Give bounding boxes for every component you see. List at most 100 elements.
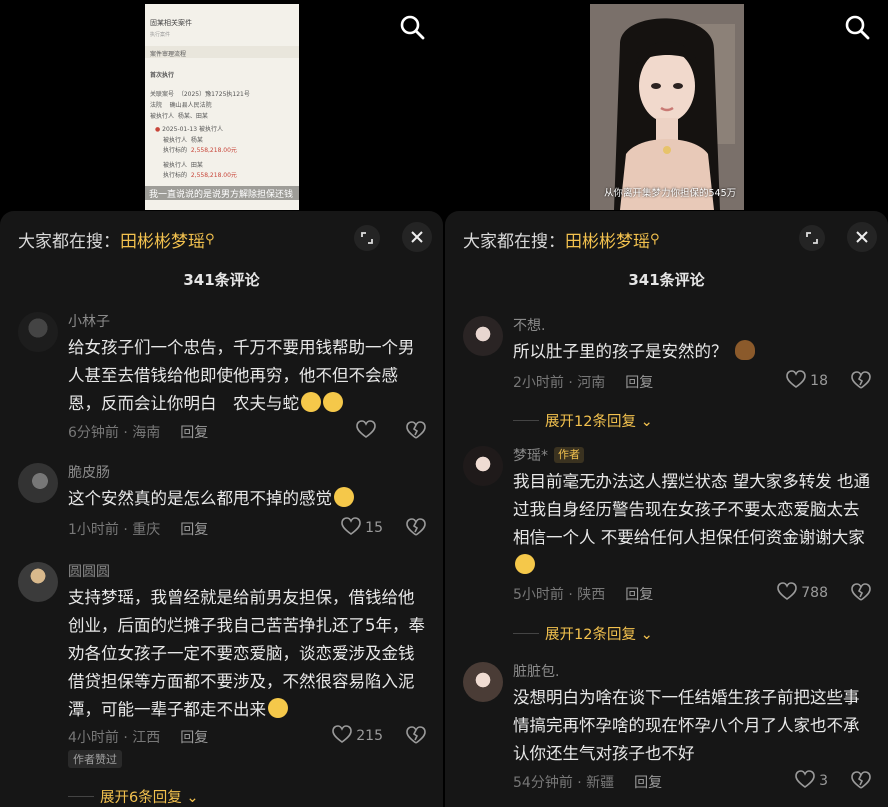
avatar[interactable]: [463, 446, 503, 486]
comment-count: 341条评论: [628, 271, 705, 289]
reply-button[interactable]: 回复: [180, 522, 208, 538]
expand-replies-button[interactable]: 展开12条回复 ⌄: [513, 623, 653, 644]
avatar[interactable]: [18, 312, 58, 352]
reply-button[interactable]: 回复: [634, 775, 662, 791]
avatar[interactable]: [18, 562, 58, 602]
search-prefix: 大家都在搜：: [18, 232, 120, 252]
woman-portrait-image: [590, 4, 744, 210]
expand-replies-button[interactable]: 展开12条回复 ⌄: [513, 410, 653, 431]
divider: [68, 796, 94, 797]
comment-text[interactable]: 支持梦瑶，我曾经就是给前男友担保，借钱给他创业，后面的烂摊子我自己苦苦挣扎还了5…: [68, 584, 428, 724]
divider: [513, 420, 539, 421]
reply-button[interactable]: 回复: [180, 730, 208, 746]
comment-time: 5小时前 · 陕西: [513, 587, 606, 603]
comment-username[interactable]: 小林子: [68, 311, 110, 331]
search-keyword-icon: ⚲: [205, 232, 215, 247]
search-keyword-icon: ⚲: [650, 232, 660, 247]
doc-date: 2025-01-13: [162, 126, 198, 133]
expand-icon: [806, 232, 818, 244]
avatar[interactable]: [18, 463, 58, 503]
like-button[interactable]: [356, 420, 380, 439]
like-button[interactable]: 788: [777, 582, 828, 601]
like-button[interactable]: 215: [332, 725, 383, 744]
like-count: 15: [365, 520, 383, 536]
doc-amt2: 2,558,218.00元: [190, 172, 237, 179]
video-area[interactable]: 固某相关案件 执行案件 案件审理流程 首次执行 关联案号 （2025）豫1725…: [0, 0, 443, 212]
doc-amt2-label: 执行标的: [163, 172, 188, 179]
video-thumbnail: 从你离开集梦力你担保的545万: [590, 4, 744, 210]
search-prefix: 大家都在搜：: [463, 232, 565, 252]
expand-replies-button[interactable]: 展开6条回复 ⌄: [68, 786, 199, 807]
avatar[interactable]: [463, 316, 503, 356]
doc-tag: 执行案件: [150, 32, 171, 38]
like-button[interactable]: 15: [341, 517, 383, 536]
author-liked-badge: 作者赞过: [68, 750, 122, 768]
comment-text[interactable]: 没想明白为啥在谈下一任结婚生孩子前把这些事情搞完再怀孕啥的现在怀孕八个月了人家也…: [513, 684, 873, 768]
comment-text[interactable]: 给女孩子们一个忠告，千万不要用钱帮助一个男人甚至去借钱给他即使他再穷，他不但不会…: [68, 334, 428, 418]
search-icon[interactable]: [844, 14, 870, 40]
video-subtitle: 从你离开集梦力你担保的545万: [604, 188, 737, 199]
right-panel: 从你离开集梦力你担保的545万 大家都在搜：田彬彬梦瑶⚲ 341条评论 不想. …: [445, 0, 888, 807]
search-suggestion[interactable]: 大家都在搜：田彬彬梦瑶⚲: [18, 227, 215, 252]
doc-amt: 2,558,218.00元: [190, 147, 237, 154]
avatar[interactable]: [463, 662, 503, 702]
reply-button[interactable]: 回复: [180, 425, 208, 441]
comment-username[interactable]: 梦瑶* 作者: [513, 445, 584, 465]
video-area[interactable]: 从你离开集梦力你担保的545万: [445, 0, 888, 212]
sad-emoji-icon: [515, 554, 535, 574]
comment-meta: 5小时前 · 陕西 回复: [513, 584, 653, 604]
comment-text[interactable]: 这个安然真的是怎么都甩不掉的感觉: [68, 485, 428, 513]
doc-section1: 案件审理流程: [150, 51, 187, 58]
dislike-button[interactable]: [405, 517, 427, 539]
left-panel: 固某相关案件 执行案件 案件审理流程 首次执行 关联案号 （2025）豫1725…: [0, 0, 443, 807]
fullscreen-button[interactable]: [799, 225, 825, 251]
close-button[interactable]: [847, 222, 877, 252]
search-icon[interactable]: [399, 14, 425, 40]
dislike-button[interactable]: [850, 370, 872, 392]
like-count: 215: [356, 728, 383, 744]
like-button[interactable]: 3: [795, 770, 828, 789]
doc-section2: 首次执行: [150, 72, 175, 79]
dislike-button[interactable]: [405, 420, 427, 442]
dislike-button[interactable]: [850, 770, 872, 792]
broken-heart-icon: [406, 726, 426, 744]
comment-text[interactable]: 所以肚子里的孩子是安然的？: [513, 338, 873, 366]
heart-icon: [795, 770, 815, 788]
author-badge: 作者: [554, 447, 584, 463]
comments-sheet: 大家都在搜：田彬彬梦瑶⚲ 341条评论 小林子 给女孩子们一个忠告，千万不要用钱…: [0, 211, 443, 807]
broken-heart-icon: [851, 371, 871, 389]
search-keyword[interactable]: 田彬彬梦瑶: [120, 232, 205, 252]
comment-username[interactable]: 脏脏包.: [513, 661, 559, 681]
comment-meta: 1小时前 · 重庆 回复: [68, 519, 208, 539]
heart-icon: [777, 582, 798, 600]
comment-meta: 54分钟前 · 新疆 回复: [513, 772, 662, 792]
comment-meta: 6分钟前 · 海南 回复: [68, 422, 208, 442]
comment-time: 54分钟前 · 新疆: [513, 775, 615, 791]
comment-username[interactable]: 不想.: [513, 315, 545, 335]
comments-sheet: 大家都在搜：田彬彬梦瑶⚲ 341条评论 不想. 所以肚子里的孩子是安然的？ 2小…: [445, 211, 888, 807]
close-button[interactable]: [402, 222, 432, 252]
broken-heart-icon: [851, 583, 871, 601]
heart-icon: [786, 370, 806, 388]
doc-case-label: 关联案号: [150, 91, 175, 98]
fullscreen-button[interactable]: [354, 225, 380, 251]
comment-username[interactable]: 脆皮肠: [68, 462, 110, 482]
dislike-button[interactable]: [405, 725, 427, 747]
dislike-button[interactable]: [850, 582, 872, 604]
comment-username[interactable]: 圆圆圆: [68, 561, 110, 581]
doc-party-label: 被执行人: [150, 113, 175, 120]
like-button[interactable]: 18: [786, 370, 828, 389]
close-icon: [411, 231, 423, 243]
reply-button[interactable]: 回复: [625, 587, 653, 603]
comment-text[interactable]: 我目前毫无办法这人摆烂状态 望大家多转发 也通过我自身经历警告现在女孩子不要太恋…: [513, 468, 873, 580]
heart-icon: [356, 420, 376, 438]
comment-time: 4小时前 · 江西: [68, 730, 161, 746]
close-icon: [856, 231, 868, 243]
chevron-down-icon: ⌄: [640, 414, 653, 430]
search-suggestion[interactable]: 大家都在搜：田彬彬梦瑶⚲: [463, 227, 660, 252]
search-keyword[interactable]: 田彬彬梦瑶: [565, 232, 650, 252]
doc-amt-label: 执行标的: [163, 147, 188, 154]
comment-time: 2小时前 · 河南: [513, 375, 606, 391]
reply-button[interactable]: 回复: [625, 375, 653, 391]
chevron-down-icon: ⌄: [186, 790, 199, 806]
